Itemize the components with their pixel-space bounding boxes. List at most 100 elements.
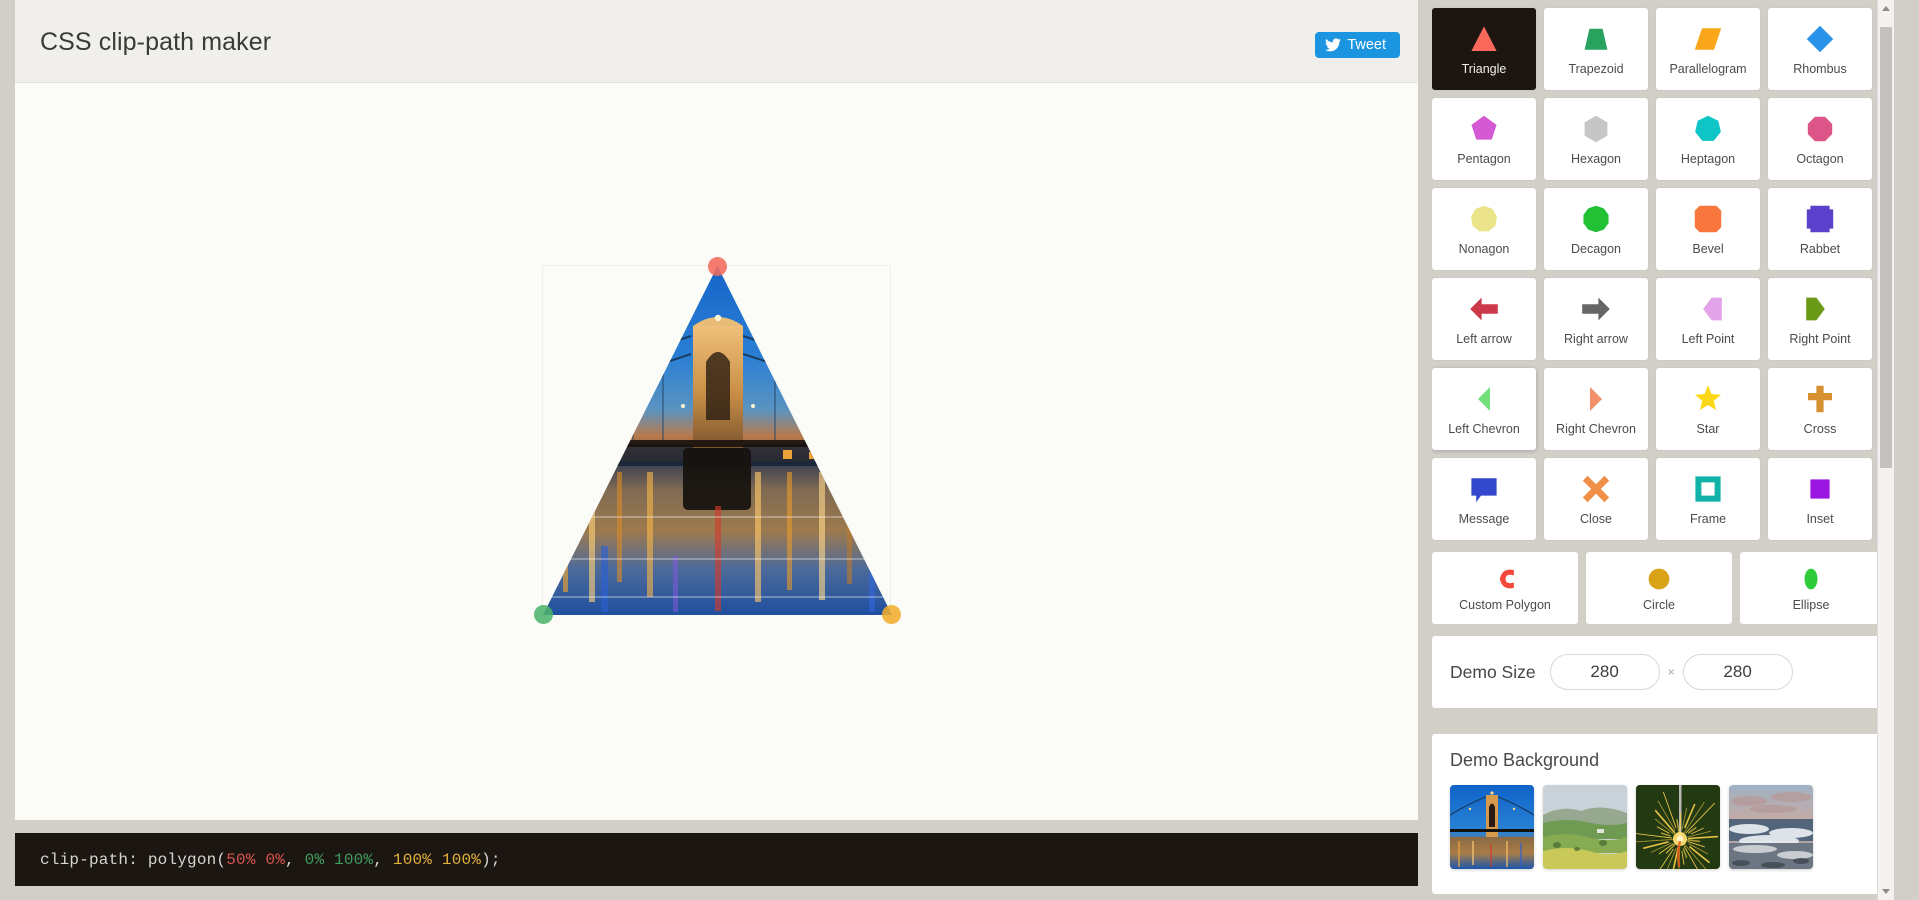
shape-tile-nonagon[interactable]: Nonagon xyxy=(1432,188,1536,270)
background-thumbnail-list xyxy=(1450,785,1882,869)
inset-icon xyxy=(1803,472,1837,506)
page-scrollbar[interactable] xyxy=(1877,0,1894,900)
countryside-thumbnail[interactable] xyxy=(1543,785,1627,869)
page-title: CSS clip-path maker xyxy=(40,28,272,56)
shape-tile-parallelogram[interactable]: Parallelogram xyxy=(1656,8,1760,90)
shape-tile-rhombus[interactable]: Rhombus xyxy=(1768,8,1872,90)
shape-tile-left-point[interactable]: Left Point xyxy=(1656,278,1760,360)
code-point-2: 100% 100% xyxy=(392,850,482,869)
shape-tile-hexagon[interactable]: Hexagon xyxy=(1544,98,1648,180)
shape-tile-rabbet[interactable]: Rabbet xyxy=(1768,188,1872,270)
shape-tile-inset[interactable]: Inset xyxy=(1768,458,1872,540)
shape-tile-right-chevron[interactable]: Right Chevron xyxy=(1544,368,1648,450)
shape-tile-label: Right Chevron xyxy=(1556,422,1636,437)
shape-tile-label: Triangle xyxy=(1461,62,1507,77)
rhombus-icon xyxy=(1803,22,1837,56)
shape-tile-message[interactable]: Message xyxy=(1432,458,1536,540)
handle-bottom-right-vertex[interactable] xyxy=(882,605,901,624)
code-output-bar[interactable]: clip-path: polygon(50% 0%, 0% 100%, 100%… xyxy=(15,833,1418,886)
handle-top-vertex[interactable] xyxy=(708,257,727,276)
shape-tile-frame[interactable]: Frame xyxy=(1656,458,1760,540)
sparkler-thumbnail[interactable] xyxy=(1636,785,1720,869)
demo-height-input[interactable] xyxy=(1682,654,1793,690)
shape-tile-label: Close xyxy=(1580,512,1612,527)
right-chevron-icon xyxy=(1579,382,1613,416)
left-chevron-icon xyxy=(1467,382,1501,416)
bridge-night-thumbnail xyxy=(543,266,892,615)
scroll-up-arrow-icon[interactable] xyxy=(1878,0,1894,17)
shape-tile-label: Message xyxy=(1458,512,1510,527)
curve-shape-grid: Custom Polygon Circle Ellipse xyxy=(1432,552,1882,624)
shape-tile-label: Left Point xyxy=(1681,332,1735,347)
cross-icon xyxy=(1803,382,1837,416)
close-icon xyxy=(1579,472,1613,506)
demo-background-title: Demo Background xyxy=(1450,750,1600,770)
shape-tile-label: Inset xyxy=(1806,512,1834,527)
shape-tile-label: Decagon xyxy=(1570,242,1622,257)
pentagon-icon xyxy=(1467,112,1501,146)
heptagon-icon xyxy=(1691,112,1725,146)
ellipse-icon xyxy=(1796,565,1826,593)
shape-tile-pentagon[interactable]: Pentagon xyxy=(1432,98,1536,180)
shape-tile-left-arrow[interactable]: Left arrow xyxy=(1432,278,1536,360)
demo-width-input[interactable] xyxy=(1549,654,1660,690)
handle-bottom-left-vertex[interactable] xyxy=(534,605,553,624)
shape-tile-right-arrow[interactable]: Right arrow xyxy=(1544,278,1648,360)
shape-tile-octagon[interactable]: Octagon xyxy=(1768,98,1872,180)
code-suffix: ); xyxy=(481,850,501,869)
shape-tile-cross[interactable]: Cross xyxy=(1768,368,1872,450)
size-separator: × xyxy=(1667,665,1675,679)
main-column: CSS clip-path maker Tweet clip-path: pol… xyxy=(15,0,1418,900)
code-point-0: 50% 0% xyxy=(226,850,286,869)
code-prefix: clip-path: polygon( xyxy=(40,850,227,869)
code-sep-1: , xyxy=(373,850,393,869)
demo-size-label: Demo Size xyxy=(1450,661,1536,682)
code-sep-0: , xyxy=(285,850,305,869)
shape-grid: Triangle Trapezoid Parallelogram Rhombus Pen… xyxy=(1432,8,1882,540)
tweet-button-label: Tweet xyxy=(1347,36,1386,53)
shape-tile-label: Heptagon xyxy=(1680,152,1736,167)
shape-tile-heptagon[interactable]: Heptagon xyxy=(1656,98,1760,180)
demo-bounding-box xyxy=(534,257,901,624)
shape-tile-decagon[interactable]: Decagon xyxy=(1544,188,1648,270)
frame-icon xyxy=(1691,472,1725,506)
decagon-icon xyxy=(1579,202,1613,236)
bridge-night-thumbnail[interactable] xyxy=(1450,785,1534,869)
twitter-bird-icon xyxy=(1325,38,1342,52)
shape-tile-bevel[interactable]: Bevel xyxy=(1656,188,1760,270)
shape-tile-label: Trapezoid xyxy=(1568,62,1624,77)
rabbet-icon xyxy=(1803,202,1837,236)
scroll-down-arrow-icon[interactable] xyxy=(1878,883,1894,900)
clip-path-code: clip-path: polygon(50% 0%, 0% 100%, 100%… xyxy=(40,851,501,869)
shape-tile-label: Hexagon xyxy=(1570,152,1622,167)
triangle-icon xyxy=(1467,22,1501,56)
shape-tile-label: Rhombus xyxy=(1793,62,1847,77)
shape-tile-left-chevron[interactable]: Left Chevron xyxy=(1432,368,1536,450)
demo-size-card: Demo Size × xyxy=(1432,636,1882,708)
right-point-icon xyxy=(1803,292,1837,326)
shape-tile-ellipse[interactable]: Ellipse xyxy=(1740,552,1882,624)
shape-sidebar: Triangle Trapezoid Parallelogram Rhombus Pen… xyxy=(1432,0,1894,900)
shape-tile-label: Left arrow xyxy=(1456,332,1512,347)
circle-icon xyxy=(1644,565,1674,593)
scrollbar-thumb[interactable] xyxy=(1880,27,1892,468)
shape-tile-triangle[interactable]: Triangle xyxy=(1432,8,1536,90)
shape-tile-label: Left Chevron xyxy=(1448,422,1520,437)
shape-tile-trapezoid[interactable]: Trapezoid xyxy=(1544,8,1648,90)
shape-tile-circle[interactable]: Circle xyxy=(1586,552,1732,624)
shape-tile-close[interactable]: Close xyxy=(1544,458,1648,540)
shape-tile-label: Rabbet xyxy=(1799,242,1841,257)
shape-tile-label: Right arrow xyxy=(1564,332,1628,347)
shape-tile-right-point[interactable]: Right Point xyxy=(1768,278,1872,360)
shape-tile-label: Ellipse xyxy=(1792,597,1830,612)
octagon-icon xyxy=(1803,112,1837,146)
shape-tile-star[interactable]: Star xyxy=(1656,368,1760,450)
nonagon-icon xyxy=(1467,202,1501,236)
shape-tile-label: Right Point xyxy=(1789,332,1851,347)
shape-tile-custom-polygon[interactable]: Custom Polygon xyxy=(1432,552,1578,624)
beach-waves-thumbnail[interactable] xyxy=(1729,785,1813,869)
shape-tile-label: Star xyxy=(1696,422,1720,437)
custom-polygon-icon xyxy=(1490,565,1520,593)
tweet-button[interactable]: Tweet xyxy=(1315,32,1400,58)
clipped-demo-shape[interactable] xyxy=(543,266,892,615)
